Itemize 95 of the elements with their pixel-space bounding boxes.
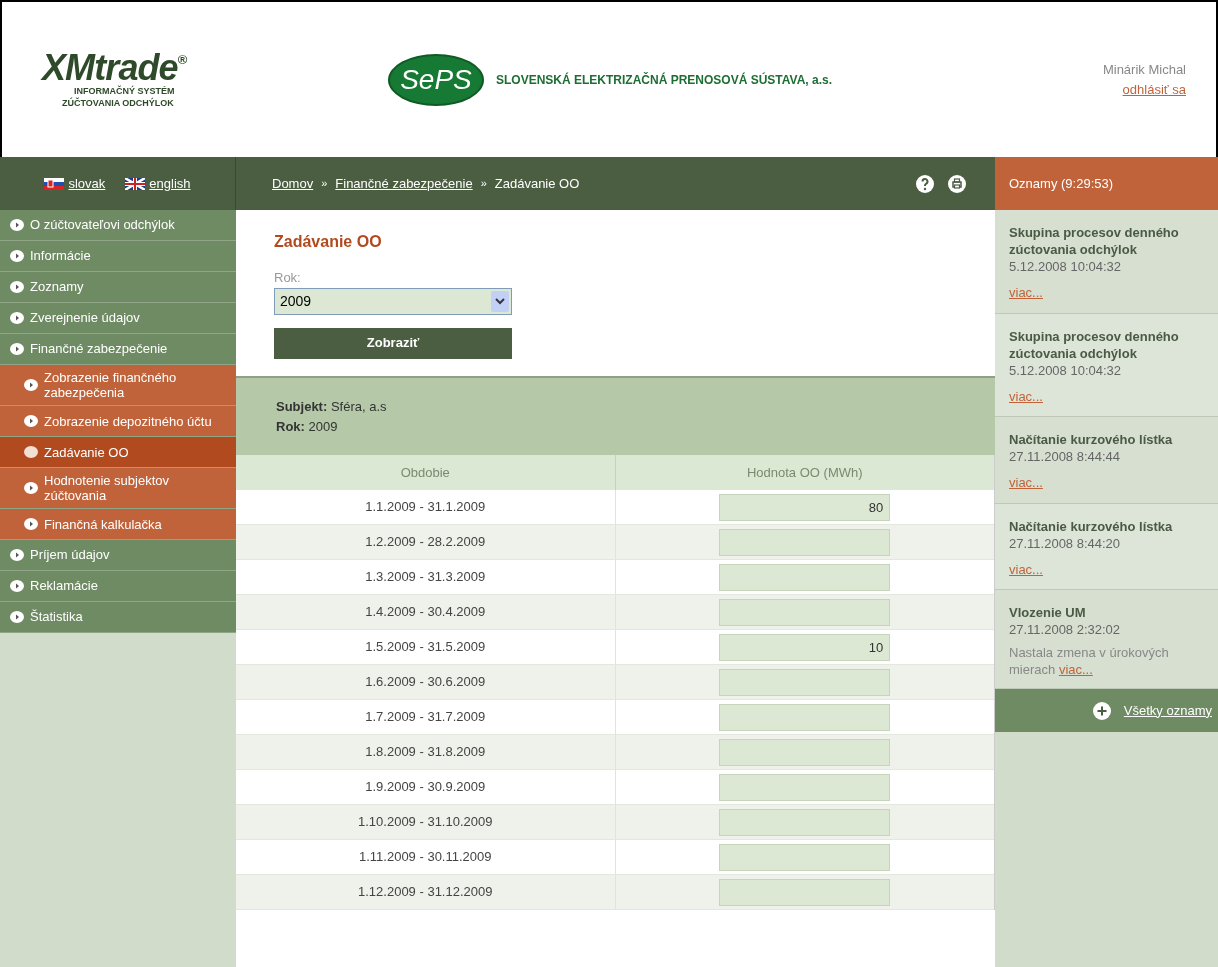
- sidebar-item[interactable]: Informácie: [0, 241, 236, 272]
- more-link[interactable]: viac...: [1009, 283, 1043, 303]
- sidebar-item[interactable]: Zobrazenie depozitného účtu: [0, 406, 236, 437]
- period-cell: 1.12.2009 - 31.12.2009: [236, 875, 616, 909]
- help-icon[interactable]: [915, 173, 935, 194]
- company-name: SLOVENSKÁ ELEKTRIZAČNÁ PRENOSOVÁ SÚSTAVA, a.s.: [496, 71, 833, 89]
- more-link[interactable]: viac...: [1058, 662, 1093, 677]
- breadcrumb-current: Zadávanie OO: [494, 174, 580, 193]
- bullet-icon: [24, 446, 38, 458]
- announcement-title: Načítanie kurzového lístka: [1009, 431, 1174, 448]
- period-cell: 1.1.2009 - 31.1.2009: [236, 490, 616, 524]
- logo-subtitle: INFORMAČNÝ SYSTÉM: [73, 86, 176, 97]
- announcement-time: 27.11.2008 8:44:20: [1009, 534, 1122, 552]
- period-cell: 1.5.2009 - 31.5.2009: [236, 630, 616, 664]
- sidebar-item[interactable]: Zverejnenie údajov: [0, 303, 236, 334]
- language-link[interactable]: english: [125, 173, 191, 194]
- period-cell: 1.7.2009 - 31.7.2009: [236, 700, 616, 734]
- sidebar-item[interactable]: Finančné zabezpečenie: [0, 334, 236, 365]
- bullet-icon: [10, 580, 24, 592]
- show-button[interactable]: Zobraziť: [274, 327, 512, 359]
- period-cell: 1.3.2009 - 31.3.2009: [236, 560, 616, 594]
- announcement-time: 27.11.2008 2:32:02: [1009, 621, 1122, 638]
- bullet-icon: [24, 379, 38, 391]
- period-cell: 1.8.2009 - 31.8.2009: [236, 735, 616, 769]
- sidebar-item[interactable]: Hodnotenie subjektov zúčtovania: [0, 468, 236, 509]
- announcement-text: Nastala zmena v úrokových mierach viac...: [1009, 644, 1170, 678]
- announcements-header: Oznamy (9:29:53): [995, 157, 1218, 210]
- dropdown-caret-icon: [491, 290, 509, 312]
- company-logo: SePS: [388, 53, 484, 106]
- announcement-time: 27.11.2008 8:44:44: [1009, 448, 1122, 465]
- slovak-flag-icon: [44, 177, 65, 190]
- plus-icon[interactable]: [1091, 700, 1112, 721]
- value-input[interactable]: [719, 843, 891, 871]
- more-link[interactable]: viac...: [1009, 473, 1043, 493]
- print-icon[interactable]: [947, 173, 967, 194]
- sidebar-item[interactable]: Zobrazenie finančného zabezpečenia: [0, 365, 236, 406]
- period-cell: 1.11.2009 - 30.11.2009: [236, 840, 616, 874]
- value-input[interactable]: [719, 773, 891, 801]
- period-cell: 1.4.2009 - 30.4.2009: [236, 595, 616, 629]
- bullet-icon: [10, 281, 24, 293]
- announcement-title: Načítanie kurzového lístka: [1009, 517, 1174, 535]
- user-name: Minárik Michal: [1102, 61, 1186, 79]
- value-input[interactable]: [719, 528, 891, 556]
- sidebar-item[interactable]: O zúčtovateľovi odchýlok: [0, 210, 236, 241]
- value-input[interactable]: [719, 703, 891, 731]
- announcement-title: Skupina procesov denného zúctovania odchýlok: [1009, 327, 1180, 362]
- british-flag-icon: [125, 177, 146, 190]
- language-link[interactable]: slovak: [44, 173, 106, 194]
- bullet-icon: [10, 549, 24, 561]
- value-input[interactable]: 10: [719, 633, 891, 661]
- column-header: Hodnota OO (MWh): [745, 463, 864, 482]
- breadcrumb-separator: »: [480, 176, 487, 192]
- more-link[interactable]: viac...: [1009, 559, 1043, 579]
- year-select[interactable]: 2009: [274, 287, 512, 315]
- period-cell: 1.6.2009 - 30.6.2009: [236, 665, 616, 699]
- announcement-title: Skupina procesov denného zúctovania odchýlok: [1009, 224, 1180, 258]
- bullet-icon: [10, 343, 24, 355]
- period-cell: 1.10.2009 - 31.10.2009: [236, 805, 616, 839]
- bullet-icon: [24, 482, 38, 494]
- logo-subtitle: ZÚČTOVANIA ODCHÝLOK: [61, 97, 175, 109]
- bullet-icon: [10, 219, 24, 231]
- value-input[interactable]: [719, 668, 891, 696]
- page-title: Zadávanie OO: [274, 232, 383, 252]
- breadcrumb-link[interactable]: Finančné zabezpečenie: [335, 173, 473, 194]
- value-input[interactable]: 80: [719, 493, 891, 521]
- value-input[interactable]: [719, 878, 891, 906]
- all-announcements-link[interactable]: Všetky oznamy: [1123, 700, 1212, 721]
- bullet-icon: [10, 250, 24, 262]
- sidebar-item[interactable]: Finančná kalkulačka: [0, 509, 236, 540]
- sidebar-item[interactable]: Zoznamy: [0, 272, 236, 303]
- bullet-icon: [24, 518, 38, 530]
- value-input[interactable]: [719, 563, 891, 591]
- bullet-icon: [10, 312, 24, 324]
- sidebar-item[interactable]: Zadávanie OO: [0, 437, 236, 468]
- value-input[interactable]: [719, 808, 891, 836]
- year-info: Rok: 2009: [276, 417, 339, 436]
- announcement-time: 5.12.2008 10:04:32: [1009, 361, 1123, 379]
- subject-info: Subjekt: Sféra, a.s: [276, 398, 388, 416]
- bullet-icon: [10, 611, 24, 623]
- value-input[interactable]: [719, 598, 891, 626]
- announcement-time: 5.12.2008 10:04:32: [1009, 258, 1123, 275]
- breadcrumb-link[interactable]: Domov: [272, 173, 314, 194]
- more-link[interactable]: viac...: [1009, 386, 1043, 406]
- breadcrumb-separator: »: [321, 176, 328, 192]
- value-input[interactable]: [719, 738, 891, 766]
- sidebar-item[interactable]: Reklamácie: [0, 571, 236, 602]
- announcement-title: Vlozenie UM: [1009, 604, 1087, 621]
- year-label: Rok:: [274, 269, 302, 287]
- registered-mark: ®: [177, 51, 188, 68]
- period-cell: 1.9.2009 - 30.9.2009: [236, 770, 616, 804]
- bullet-icon: [24, 415, 38, 427]
- logout-link[interactable]: odhlásiť sa: [1122, 79, 1186, 99]
- sidebar-item[interactable]: Príjem údajov: [0, 540, 236, 571]
- period-cell: 1.2.2009 - 28.2.2009: [236, 525, 616, 559]
- sidebar-item[interactable]: Štatistika: [0, 602, 236, 633]
